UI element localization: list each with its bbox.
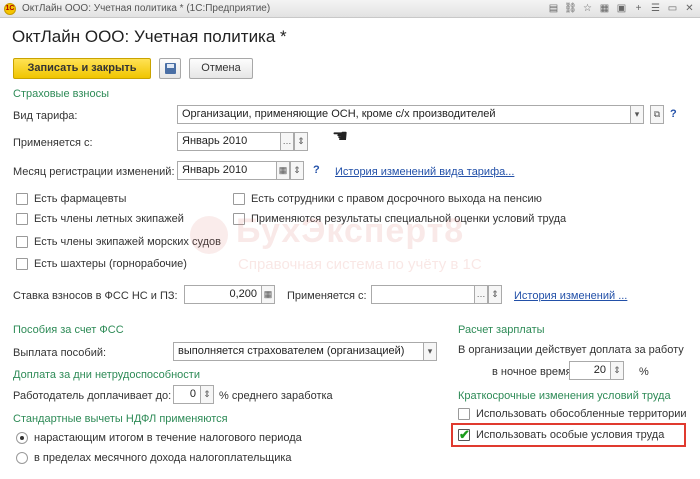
reg-month-field[interactable]: Январь 2010 [177, 161, 277, 180]
employer-pays-spin[interactable]: ⇕ [200, 385, 214, 404]
pharmacists-checkbox[interactable] [16, 193, 28, 205]
sea-crew-label: Есть члены экипажей морских судов [34, 236, 221, 248]
flight-crew-label: Есть члены летных экипажей [34, 213, 184, 225]
ndfl-monthly-radio[interactable] [16, 452, 28, 464]
hand-pointer-icon: ☚ [332, 126, 349, 146]
section-short-term: Краткосрочные изменения условий труда [458, 390, 671, 402]
night-percent: % [639, 366, 649, 378]
tariff-field[interactable]: Организации, применяющие ОСН, кроме с/х … [177, 105, 631, 124]
night-label: в ночное время: [492, 366, 575, 378]
save-close-button[interactable]: Записать и закрыть [13, 58, 151, 79]
night-field[interactable]: 20 [569, 361, 611, 380]
tariff-label: Вид тарифа: [13, 110, 78, 122]
section-sick-days: Доплата за дни нетрудоспособности [13, 369, 200, 381]
employer-pays-suffix: % среднего заработка [219, 390, 333, 402]
watermark-logo-icon [190, 216, 228, 254]
section-ndfl: Стандартные вычеты НДФЛ применяются [13, 413, 228, 425]
watermark-subtitle: Справочная система по учёту в 1С [238, 256, 482, 273]
fss-rate-calc[interactable]: ▦ [261, 285, 275, 304]
fss-history-link[interactable]: История изменений ... [514, 290, 627, 302]
applied-from-spin[interactable]: ⇕ [294, 132, 308, 151]
close-icon[interactable]: ✕ [683, 2, 696, 15]
payment-dropdown[interactable]: ▾ [423, 342, 437, 361]
night-spin[interactable]: ⇕ [610, 361, 624, 380]
section-insurance: Страховые взносы [13, 88, 109, 100]
ndfl-cumulative-radio[interactable] [16, 432, 28, 444]
reg-month-spin[interactable]: ⇕ [290, 161, 304, 180]
early-pension-checkbox[interactable] [233, 193, 245, 205]
sea-crew-checkbox[interactable] [16, 236, 28, 248]
ndfl-monthly-label: в пределах месячного дохода налогоплател… [34, 452, 292, 464]
floppy-icon [164, 63, 176, 74]
titlebar-icons: ▤ ⛓ ☆ ▦ ▣ + ☰ ▭ ✕ [547, 2, 696, 15]
tariff-history-link[interactable]: История изменений вида тарифа... [335, 166, 514, 178]
link-icon[interactable]: ⛓ [564, 2, 577, 15]
page-title: ОктЛайн ООО: Учетная политика * [12, 27, 287, 46]
fss-applied-spin[interactable]: ⇕ [488, 285, 502, 304]
applied-from-label: Применяется с: [13, 137, 93, 149]
flight-crew-checkbox[interactable] [16, 213, 28, 225]
calendar-icon[interactable]: ▦ [598, 2, 611, 15]
fss-rate-field[interactable]: 0,200 [184, 285, 262, 304]
separate-territories-label: Использовать обособленные территории [476, 408, 687, 420]
minimize-icon[interactable]: ▭ [666, 2, 679, 15]
employer-pays-field[interactable]: 0 [173, 385, 201, 404]
miners-label: Есть шахтеры (горнорабочие) [34, 258, 187, 270]
window-titlebar: 1С ОктЛайн ООО: Учетная политика * (1С:П… [0, 0, 700, 18]
calculator-icon[interactable]: ▣ [615, 2, 628, 15]
night-text: В организации действует доплата за работ… [458, 344, 684, 356]
tariff-help-icon[interactable]: ? [670, 108, 677, 120]
early-pension-label: Есть сотрудники с правом досрочного выхо… [251, 193, 542, 205]
miners-checkbox[interactable] [16, 258, 28, 270]
tariff-open-icon[interactable]: ⧉ [650, 105, 664, 124]
pharmacists-label: Есть фармацевты [34, 193, 127, 205]
employer-pays-label: Работодатель доплачивает до: [13, 390, 172, 402]
reg-month-label: Месяц регистрации изменений: [13, 166, 175, 178]
save-button[interactable] [159, 58, 181, 79]
special-conditions-label: Использовать особые условия труда [476, 429, 665, 441]
print-icon[interactable]: ▤ [547, 2, 560, 15]
favorite-icon[interactable]: ☆ [581, 2, 594, 15]
fss-applied-field[interactable] [371, 285, 475, 304]
fss-applied-label: Применяется с: [287, 290, 367, 302]
fss-applied-select[interactable]: … [474, 285, 488, 304]
payment-label: Выплата пособий: [13, 347, 107, 359]
menu-icon[interactable]: ☰ [649, 2, 662, 15]
cancel-button[interactable]: Отмена [189, 58, 253, 79]
section-salary: Расчет зарплаты [458, 324, 545, 336]
special-assessment-label: Применяются результаты специальной оценк… [251, 213, 567, 225]
fss-rate-label: Ставка взносов в ФСС НС и ПЗ: [13, 290, 178, 302]
special-conditions-checkbox[interactable] [458, 427, 470, 443]
section-fss-benefits: Пособия за счет ФСС [13, 324, 124, 336]
calendar-button[interactable]: ▦ [276, 161, 290, 180]
1c-logo-icon: 1С [4, 3, 16, 15]
window-title: ОктЛайн ООО: Учетная политика * (1С:Пред… [22, 3, 271, 14]
payment-field[interactable]: выполняется страхователем (организацией) [173, 342, 424, 361]
ndfl-cumulative-label: нарастающим итогом в течение налогового … [34, 432, 302, 444]
reg-month-help-icon[interactable]: ? [313, 164, 320, 176]
separate-territories-checkbox[interactable] [458, 408, 470, 420]
zoom-in-icon[interactable]: + [632, 2, 645, 15]
applied-from-field[interactable]: Январь 2010 [177, 132, 281, 151]
applied-from-select[interactable]: … [280, 132, 294, 151]
tariff-dropdown[interactable]: ▾ [630, 105, 644, 124]
special-assessment-checkbox[interactable] [233, 213, 245, 225]
